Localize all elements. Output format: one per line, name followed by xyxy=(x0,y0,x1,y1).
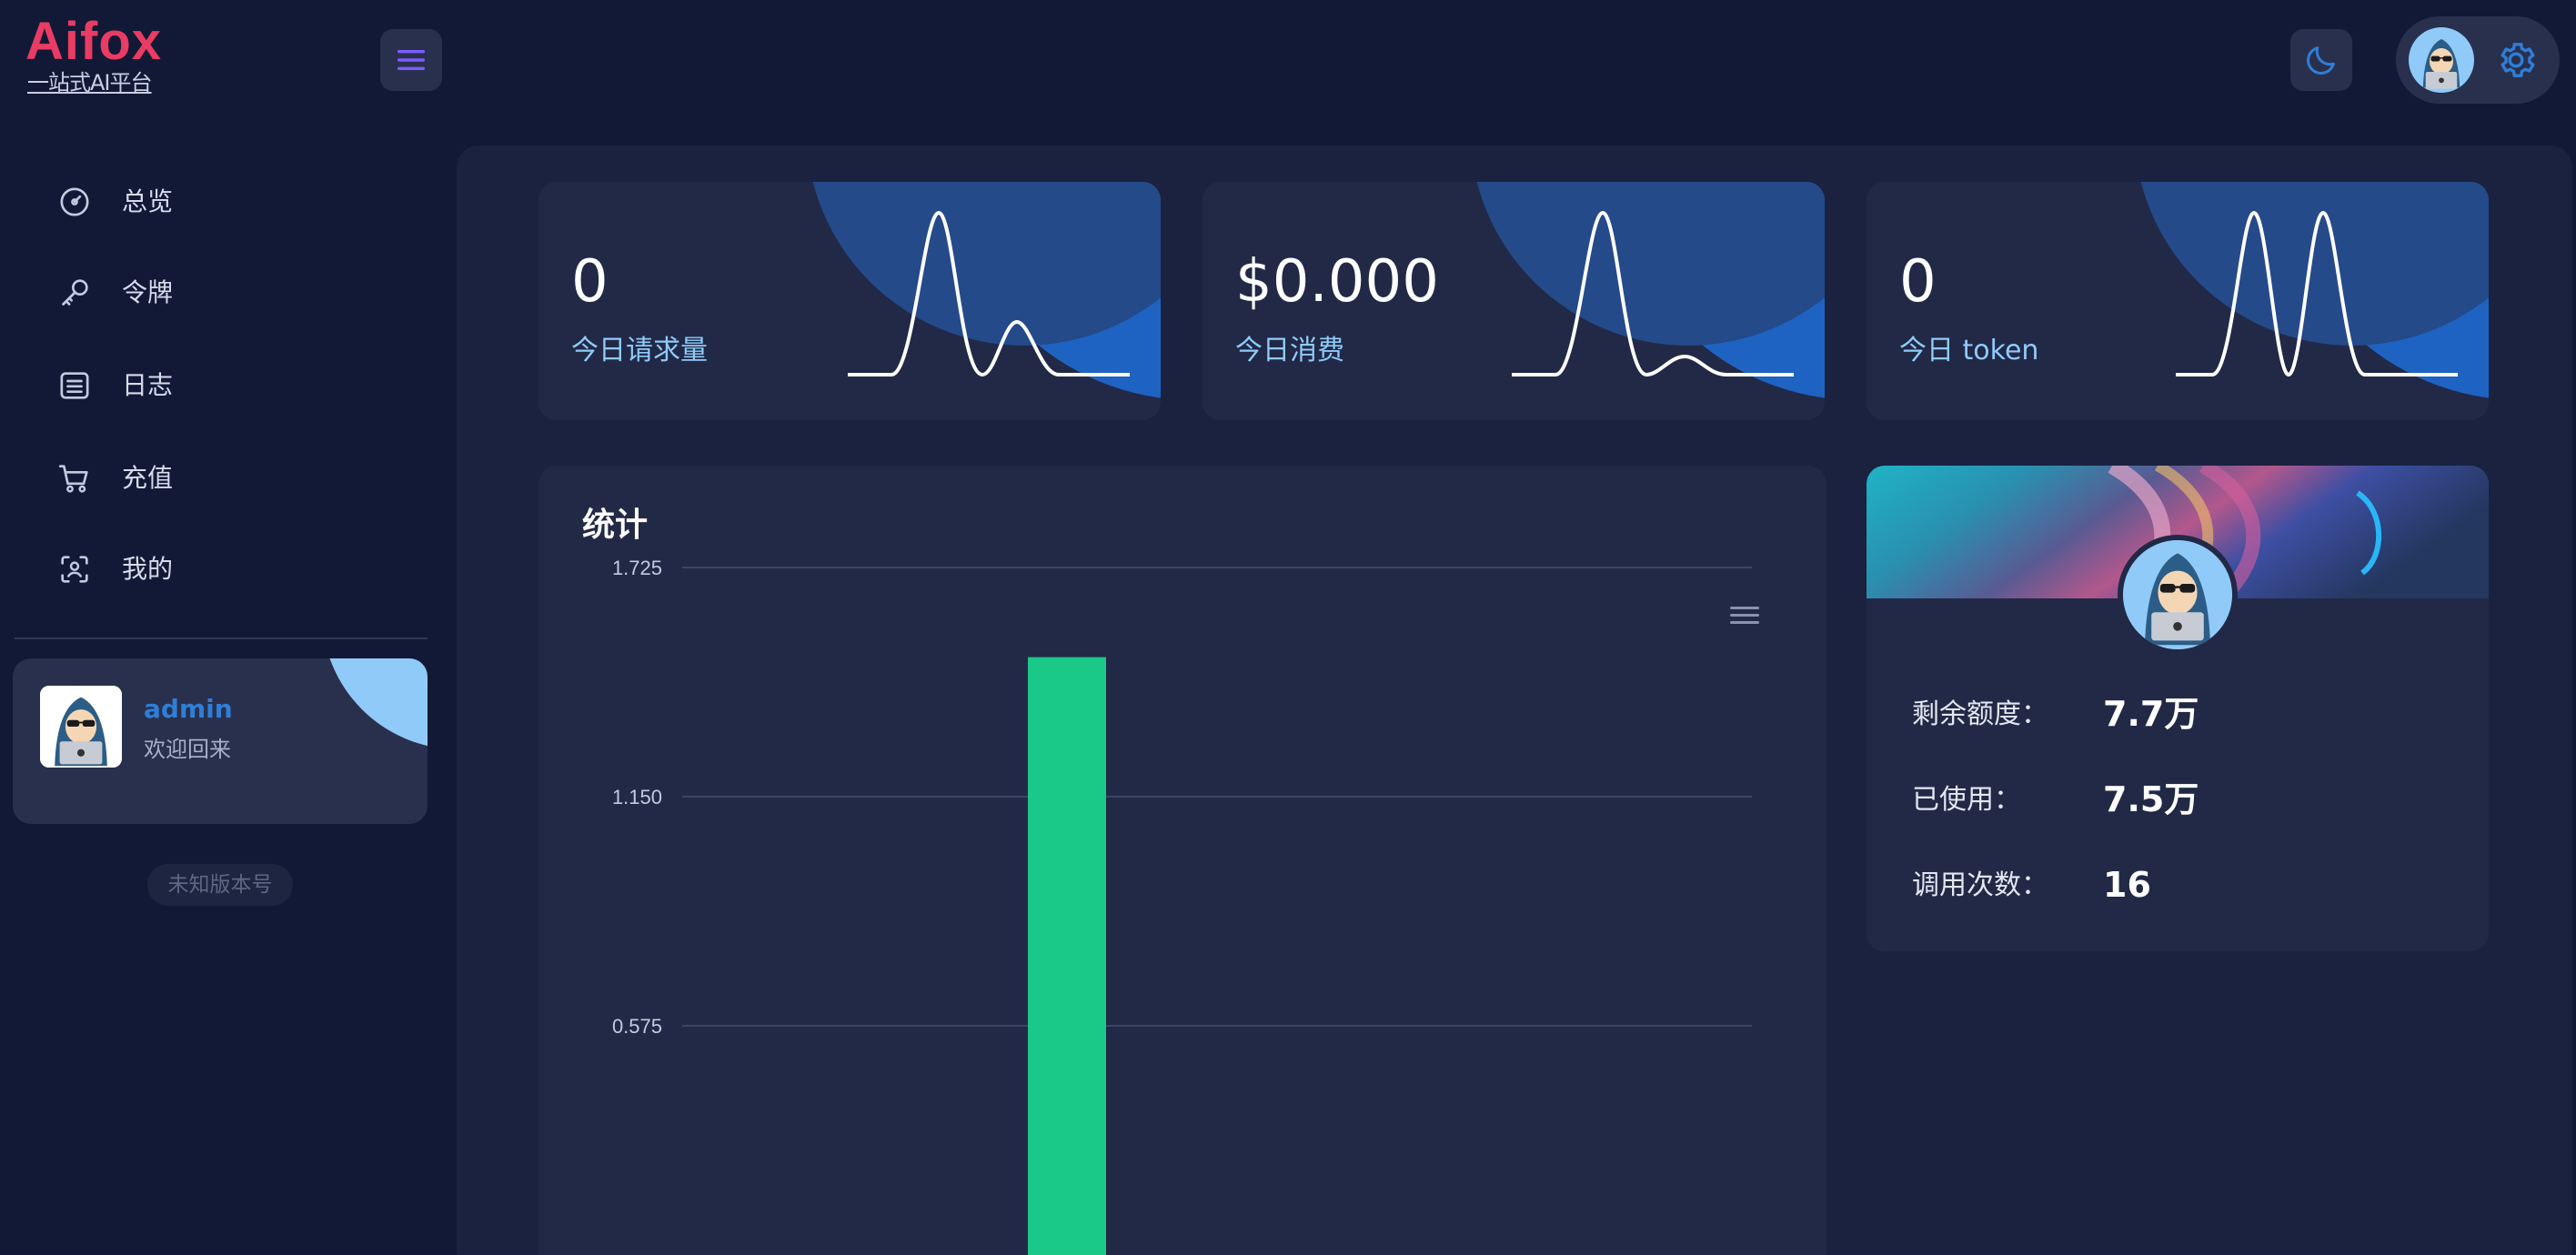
stat-label: 今日 token xyxy=(1899,335,2039,366)
call-count-label: 调用次数： xyxy=(1912,869,2048,901)
sparkline-icon xyxy=(1512,211,1794,376)
theme-toggle-button[interactable] xyxy=(2290,29,2352,91)
chart-bar[interactable] xyxy=(1028,657,1106,1255)
hacker-avatar-icon xyxy=(2123,540,2232,649)
sidebar-item-label: 令牌 xyxy=(122,277,174,307)
account-summary-card: 剩余额度： 7.7万 已使用： 7.5万 调用次数： 16 xyxy=(1867,466,2489,951)
y-tick-label: 0.575 xyxy=(612,1015,662,1038)
dashboard-gauge-icon xyxy=(60,187,89,216)
sidebar-item-logs[interactable]: 日志 xyxy=(27,349,409,422)
quota-remaining-value: 7.7万 xyxy=(2103,694,2199,734)
hamburger-icon xyxy=(397,50,425,70)
brand-name: Aifox xyxy=(25,12,162,71)
sidebar-item-label: 充值 xyxy=(122,463,174,493)
sidebar: 总览 令牌 日志 充值 我的 admin 欢迎回来 未知版本号 xyxy=(0,136,437,1255)
avatar xyxy=(40,686,122,768)
key-icon xyxy=(62,279,88,306)
call-count-value: 16 xyxy=(2103,865,2151,905)
quota-used-label: 已使用： xyxy=(1912,784,2021,816)
stat-card-cost: $0.000 今日消费 xyxy=(1202,182,1825,420)
sidebar-item-label: 日志 xyxy=(122,370,174,400)
sparkline-icon xyxy=(848,211,1130,376)
y-tick-label: 1.725 xyxy=(612,557,662,579)
bar-chart: 1.725 1.150 0.575 xyxy=(612,557,1752,1255)
card-decoration xyxy=(322,658,428,749)
cart-icon xyxy=(58,465,88,493)
sidebar-toggle-button[interactable] xyxy=(380,29,442,91)
hacker-avatar-icon xyxy=(40,686,122,768)
stat-value: 0 xyxy=(571,248,609,316)
sidebar-item-label: 总览 xyxy=(122,186,174,216)
stat-value: $0.000 xyxy=(1235,248,1439,316)
stat-value: 0 xyxy=(1899,248,1937,316)
user-scan-icon xyxy=(61,556,88,583)
sidebar-item-overview[interactable]: 总览 xyxy=(27,166,409,238)
moon-icon xyxy=(2307,46,2335,75)
y-tick-label: 1.150 xyxy=(612,786,662,808)
quota-remaining-label: 剩余额度： xyxy=(1912,698,2048,730)
user-name: admin xyxy=(144,694,233,724)
gear-icon xyxy=(2501,43,2535,77)
welcome-text: 欢迎回来 xyxy=(144,737,231,762)
avatar xyxy=(2409,27,2474,93)
quota-used-value: 7.5万 xyxy=(2103,779,2199,819)
stat-label: 今日消费 xyxy=(1235,335,1344,366)
sidebar-item-tokens[interactable]: 令牌 xyxy=(27,256,409,329)
stat-label: 今日请求量 xyxy=(571,335,708,366)
list-icon xyxy=(60,372,89,399)
sidebar-divider xyxy=(15,638,428,639)
sidebar-item-label: 我的 xyxy=(122,554,174,584)
sidebar-item-recharge[interactable]: 充值 xyxy=(27,442,409,515)
sidebar-item-profile[interactable]: 我的 xyxy=(27,533,409,606)
user-welcome-card: admin 欢迎回来 xyxy=(13,658,428,824)
top-header: Aifox 一站式AI平台 xyxy=(0,0,2576,136)
stat-card-requests: 0 今日请求量 xyxy=(538,182,1161,420)
brand-logo[interactable]: Aifox 一站式AI平台 xyxy=(25,13,198,104)
main-content: 0 今日请求量 $0.000 今日消费 0 今日 token 统计 1.725 1 xyxy=(457,146,2572,1255)
version-badge: 未知版本号 xyxy=(147,864,293,906)
statistics-chart-card: 统计 1.725 1.150 0.575 xyxy=(538,466,1826,1255)
stat-card-tokens: 0 今日 token xyxy=(1867,182,2489,420)
hacker-avatar-icon xyxy=(2409,27,2474,93)
brand-tagline: 一站式AI平台 xyxy=(27,70,152,95)
avatar xyxy=(2118,535,2238,655)
profile-menu-button[interactable] xyxy=(2396,16,2560,104)
sparkline-icon xyxy=(2176,211,2458,376)
